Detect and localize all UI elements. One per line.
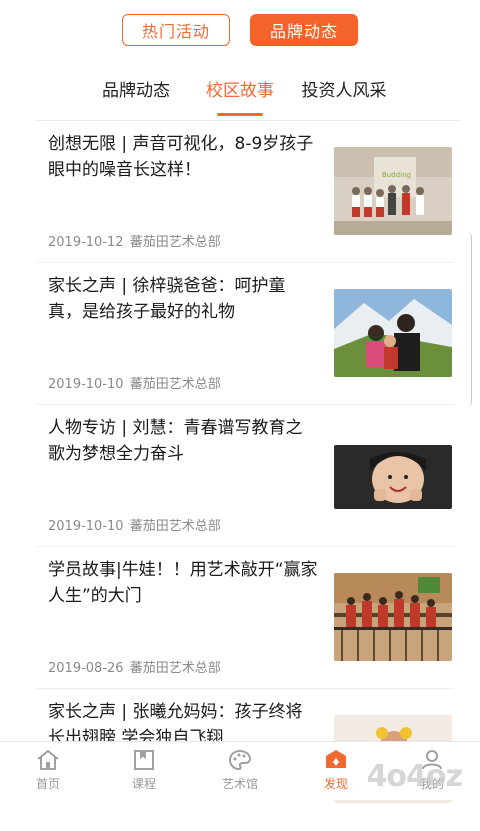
article-item[interactable]: 学员故事|牛娃！！用艺术敲开“赢家人生”的大门 2019-08-26 蕃茄田艺术… xyxy=(36,547,454,689)
tab-campus-stories[interactable]: 校区故事 xyxy=(188,66,292,120)
tab-label: 品牌动态 xyxy=(102,81,170,101)
nav-label: 首页 xyxy=(35,777,60,791)
article-meta: 2019-10-10 蕃茄田艺术总部 xyxy=(48,515,221,534)
nav-label: 艺术馆 xyxy=(221,777,258,791)
nav-label: 课程 xyxy=(131,777,156,791)
article-date: 2019-08-26 xyxy=(48,661,124,676)
article-meta: 2019-10-12 蕃茄田艺术总部 xyxy=(48,231,221,250)
article-meta: 2019-10-10 蕃茄田艺术总部 xyxy=(48,373,221,392)
article-title: 人物专访 | 刘慧：青春谱写教育之歌为梦想全力奋斗 xyxy=(48,418,303,464)
article-date: 2019-10-12 xyxy=(48,235,124,250)
article-source: 蕃茄田艺术总部 xyxy=(129,661,221,676)
active-tab-indicator xyxy=(217,113,263,116)
article-title: 创想无限 | 声音可视化，8-9岁孩子眼中的噪音长这样！ xyxy=(48,134,314,180)
article-title: 家长之声 | 徐梓骁爸爸：呵护童真，是给孩子最好的礼物 xyxy=(48,276,286,322)
article-thumbnail xyxy=(334,573,452,661)
article-item[interactable]: 创想无限 | 声音可视化，8-9岁孩子眼中的噪音长这样！ 2019-10-12 … xyxy=(36,121,454,263)
article-item[interactable]: 人物专访 | 刘慧：青春谱写教育之歌为梦想全力奋斗 2019-10-10 蕃茄田… xyxy=(36,405,454,547)
article-date: 2019-10-10 xyxy=(48,519,124,534)
nav-label: 发现 xyxy=(323,777,348,791)
article-title: 学员故事|牛娃！！用艺术敲开“赢家人生”的大门 xyxy=(48,560,318,606)
tab-label: 投资人风采 xyxy=(301,81,387,101)
home-icon xyxy=(37,749,59,770)
course-icon xyxy=(134,750,154,770)
tab-investors[interactable]: 投资人风采 xyxy=(292,66,396,120)
tab-label: 校区故事 xyxy=(206,81,274,101)
tab-brand-news[interactable]: 品牌动态 xyxy=(84,66,188,120)
nav-discover[interactable]: 发现 xyxy=(296,742,376,792)
watermark-logo: 4o4oz xyxy=(366,759,463,794)
hot-activities-button[interactable]: 热门活动 xyxy=(122,14,230,46)
article-thumbnail: Budding xyxy=(334,147,452,235)
nav-home[interactable]: 首页 xyxy=(8,742,88,792)
article-source: 蕃茄田艺术总部 xyxy=(129,377,221,392)
discover-icon xyxy=(326,750,346,768)
scroll-indicator xyxy=(467,232,472,407)
article-thumbnail xyxy=(334,445,452,509)
article-meta: 2019-08-26 蕃茄田艺术总部 xyxy=(48,657,221,676)
article-thumbnail xyxy=(334,289,452,377)
nav-course[interactable]: 课程 xyxy=(104,742,184,792)
article-source: 蕃茄田艺术总部 xyxy=(129,519,221,534)
article-source: 蕃茄田艺术总部 xyxy=(129,235,221,250)
svg-text:Budding: Budding xyxy=(382,171,411,179)
tab-bar: 品牌动态 校区故事 投资人风采 xyxy=(0,66,480,120)
brand-news-button[interactable]: 品牌动态 xyxy=(250,14,358,46)
article-date: 2019-10-10 xyxy=(48,377,124,392)
top-toggle: 热门活动 品牌动态 xyxy=(0,14,480,48)
palette-icon xyxy=(228,749,252,771)
article-list: 创想无限 | 声音可视化，8-9岁孩子眼中的噪音长这样！ 2019-10-12 … xyxy=(0,121,480,831)
article-item[interactable]: 家长之声 | 徐梓骁爸爸：呵护童真，是给孩子最好的礼物 2019-10-10 蕃… xyxy=(36,263,454,405)
nav-art-gallery[interactable]: 艺术馆 xyxy=(200,742,280,792)
